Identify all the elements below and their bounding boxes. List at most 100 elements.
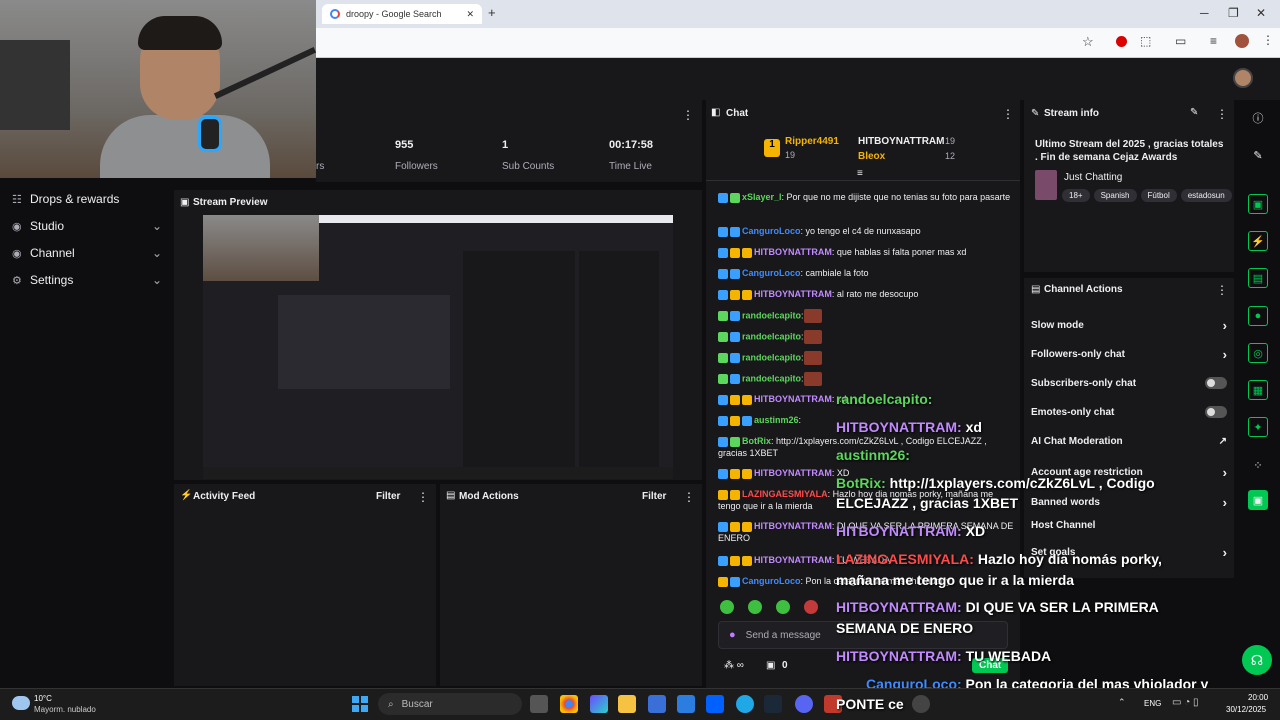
chat-username[interactable]: randoelcapito [742, 352, 801, 362]
tag[interactable]: estadosun [1180, 189, 1232, 202]
ai-moderation-item[interactable]: AI Chat Moderation ↗ [1031, 436, 1227, 447]
chat-username[interactable]: randoelcapito [742, 310, 801, 320]
pencil-icon[interactable]: ✎ [1248, 145, 1268, 165]
info-icon[interactable]: ⓘ [1248, 108, 1268, 128]
steam-icon[interactable] [764, 695, 782, 713]
nav-settings[interactable]: ⚙ Settings ⌄ [12, 269, 162, 291]
extensions-icon[interactable]: ⬚ [1140, 34, 1151, 48]
chat-username[interactable]: HITBOYNATTRAM [754, 289, 832, 299]
nav-drops-rewards[interactable]: ☷ Drops & rewards [12, 188, 162, 210]
category-name[interactable]: Just Chatting [1064, 172, 1122, 183]
emote-icon[interactable] [748, 600, 762, 614]
quick-actions-bar: ⓘ ✎ ▣ ⚡ ▤ ● ◎ ▦ ✦ ⁘ ▣ ☊ [1238, 100, 1280, 688]
emote-icon[interactable] [776, 600, 790, 614]
weather-icon[interactable] [12, 696, 30, 710]
close-tab-icon[interactable]: ✕ [466, 9, 474, 20]
stream-preview-image[interactable] [203, 215, 673, 479]
emote-icon[interactable] [804, 600, 818, 614]
collapse-icon[interactable]: ≡ [857, 168, 863, 179]
browser-tab[interactable]: droopy - Google Search ✕ [322, 4, 482, 24]
clip-icon[interactable]: ▣ [1248, 194, 1268, 214]
chat-username[interactable]: xSlayer_l [742, 192, 782, 202]
more-icon[interactable]: ⋮ [1002, 107, 1014, 121]
broadcast-icon[interactable]: ◎ [1248, 343, 1268, 363]
cast-icon[interactable]: ▭ [1175, 34, 1186, 48]
user-avatar[interactable] [1233, 68, 1253, 88]
nav-studio[interactable]: ◉ Studio ⌄ [12, 215, 162, 237]
more-icon[interactable]: ⋮ [683, 490, 695, 504]
mic-icon[interactable]: ● [729, 629, 736, 641]
support-icon[interactable]: ☊ [1242, 645, 1272, 675]
mail-icon[interactable] [677, 695, 695, 713]
clock-time[interactable]: 20:00 [1248, 693, 1268, 702]
extension-icon[interactable]: ▣ [1248, 490, 1268, 510]
chat-username[interactable]: BotRix [742, 436, 771, 446]
profile-avatar[interactable] [1235, 34, 1249, 48]
more-icon[interactable]: ⋮ [417, 490, 429, 504]
minimize-button[interactable]: ─ [1200, 6, 1209, 20]
wrench-icon[interactable]: ✦ [1248, 417, 1268, 437]
chat-username[interactable]: randoelcapito [742, 373, 801, 383]
folder-icon[interactable] [618, 695, 636, 713]
github-icon[interactable] [912, 695, 930, 713]
raid-icon[interactable]: ▦ [1248, 380, 1268, 400]
close-window-button[interactable]: ✕ [1256, 6, 1266, 20]
chrome-icon[interactable] [560, 695, 578, 713]
more-icon[interactable]: ⋮ [1216, 283, 1228, 297]
network-icon[interactable]: ▭ ◔ ▯ [1172, 697, 1199, 708]
chat-username[interactable]: HITBOYNATTRAM [754, 555, 832, 565]
store-icon[interactable] [648, 695, 666, 713]
followers-only-item[interactable]: Followers-only chat › [1031, 347, 1227, 362]
tag[interactable]: Spanish [1093, 189, 1137, 202]
discord-icon[interactable] [795, 695, 813, 713]
tag[interactable]: Fútbol [1140, 189, 1177, 202]
chat-username[interactable]: LAZINGAESMIYALA [742, 489, 828, 499]
clock-date[interactable]: 30/12/2025 [1226, 705, 1266, 714]
chat-username[interactable]: CanguroLoco [742, 226, 801, 236]
emote-icon[interactable] [720, 600, 734, 614]
leader-name[interactable]: HITBOYNATTRAM [858, 136, 944, 147]
edge-icon[interactable] [736, 695, 754, 713]
copilot-icon[interactable] [590, 695, 608, 713]
add-icon[interactable]: ⁘ [1248, 455, 1268, 475]
chat-username[interactable]: HITBOYNATTRAM [754, 247, 832, 257]
nav-channel[interactable]: ◉ Channel ⌄ [12, 242, 162, 264]
more-icon[interactable]: ⋮ [682, 108, 694, 122]
restore-button[interactable]: ❐ [1228, 6, 1239, 20]
chat-username[interactable]: HITBOYNATTRAM [754, 521, 832, 531]
leader-name[interactable]: Bleox [858, 151, 885, 162]
tag[interactable]: 18+ [1062, 189, 1090, 202]
banned-words-item[interactable]: Banned words › [1031, 495, 1227, 510]
task-view-icon[interactable] [530, 695, 548, 713]
opera-icon[interactable] [1116, 36, 1127, 47]
more-icon[interactable]: ⋮ [1216, 107, 1228, 121]
windows-start-icon[interactable] [352, 696, 368, 712]
menu-icon[interactable]: ⋮ [1262, 33, 1274, 47]
chat-username[interactable]: randoelcapito [742, 331, 801, 341]
edit-icon[interactable]: ✎ [1190, 107, 1198, 118]
taskbar-search[interactable]: ⌕ Buscar [378, 693, 522, 715]
host-channel-item[interactable]: Host Channel [1031, 520, 1227, 531]
chat-username[interactable]: HITBOYNATTRAM [754, 394, 832, 404]
dropbox-icon[interactable] [706, 695, 724, 713]
emotes-only-toggle[interactable] [1205, 406, 1227, 418]
star-icon[interactable]: ☆ [1082, 34, 1094, 50]
chat-username[interactable]: HITBOYNATTRAM [754, 468, 832, 478]
subscribers-only-toggle[interactable] [1205, 377, 1227, 389]
lightning-icon[interactable]: ⚡ [1248, 231, 1268, 251]
new-tab-button[interactable]: + [488, 5, 496, 20]
chat-bubble-icon[interactable]: ● [1248, 306, 1268, 326]
category-boxart [1035, 170, 1057, 200]
media-icon[interactable]: ≡ [1210, 34, 1217, 48]
badge-icon [718, 521, 728, 532]
filter-button[interactable]: Filter [642, 491, 666, 502]
chat-username[interactable]: CanguroLoco [742, 268, 801, 278]
lang-indicator[interactable]: ENG [1144, 699, 1161, 708]
notes-icon[interactable]: ▤ [1248, 268, 1268, 288]
tray-chevron-icon[interactable]: ⌃ [1118, 697, 1126, 708]
chat-username[interactable]: CanguroLoco [742, 576, 801, 586]
leader-name[interactable]: Ripper4491 [785, 136, 839, 147]
slow-mode-item[interactable]: Slow mode › [1031, 318, 1227, 333]
filter-button[interactable]: Filter [376, 491, 400, 502]
chat-username[interactable]: austinm26 [754, 415, 799, 425]
